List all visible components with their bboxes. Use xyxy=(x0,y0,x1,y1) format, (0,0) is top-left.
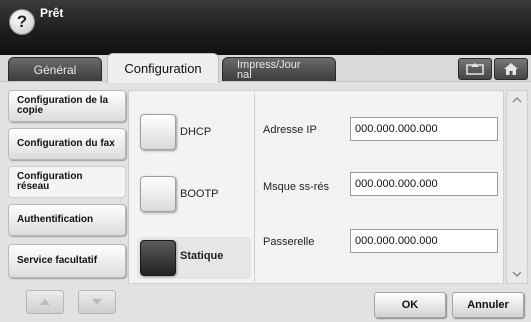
printer-settings-screen: ? Prêt Général Configuration Impress/Jou… xyxy=(0,0,531,322)
dhcp-option-label: DHCP xyxy=(180,126,212,138)
back-button[interactable] xyxy=(458,58,492,80)
back-icon xyxy=(466,63,484,75)
triangle-down-icon xyxy=(92,299,102,305)
dhcp-option-button[interactable] xyxy=(140,114,176,150)
gateway-label: Passerelle xyxy=(263,236,315,248)
ip-address-label: Adresse IP xyxy=(263,124,317,136)
home-icon xyxy=(504,63,518,75)
chevron-down-icon xyxy=(512,271,522,277)
tab-configuration[interactable]: Configuration xyxy=(107,53,219,83)
sidebar-item-fax-settings[interactable]: Configuration du fax xyxy=(8,128,126,160)
bootp-option-label: BOOTP xyxy=(180,188,219,200)
sidebar-scroll-down-button[interactable] xyxy=(78,290,116,314)
chevron-up-icon xyxy=(512,97,522,103)
scroll-down-button[interactable] xyxy=(506,266,528,282)
sidebar-item-authentication[interactable]: Authentification xyxy=(8,204,126,236)
triangle-up-icon xyxy=(40,299,50,305)
cancel-button[interactable]: Annuler xyxy=(452,292,524,318)
tab-print-journal[interactable]: Impress/Jour nal xyxy=(222,57,336,81)
help-icon[interactable]: ? xyxy=(9,9,35,35)
static-option-label: Statique xyxy=(180,250,224,262)
status-text: Prêt xyxy=(40,6,64,20)
subnet-mask-label: Msque ss-rés xyxy=(263,181,330,193)
scroll-up-button[interactable] xyxy=(506,92,528,108)
tab-general[interactable]: Général xyxy=(8,57,102,81)
content-scrollbar[interactable] xyxy=(506,90,528,284)
header-bar: ? Prêt xyxy=(0,0,531,55)
ip-address-field[interactable] xyxy=(350,117,498,141)
subnet-mask-field[interactable] xyxy=(350,172,498,196)
content-divider xyxy=(254,92,255,282)
sidebar-item-optional-service[interactable]: Service facultatif xyxy=(8,244,126,278)
home-button[interactable] xyxy=(494,58,528,80)
ok-button[interactable]: OK xyxy=(374,292,446,318)
bootp-option-button[interactable] xyxy=(140,176,176,212)
gateway-field[interactable] xyxy=(350,229,498,253)
static-option-button[interactable] xyxy=(140,240,176,276)
sidebar-scroll-up-button[interactable] xyxy=(26,290,64,314)
sidebar-item-copy-settings[interactable]: Configuration de la copie xyxy=(8,90,126,122)
tab-print-journal-label: Impress/Jour nal xyxy=(237,58,301,81)
sidebar-item-network-settings[interactable]: Configuration réseau xyxy=(8,166,126,198)
